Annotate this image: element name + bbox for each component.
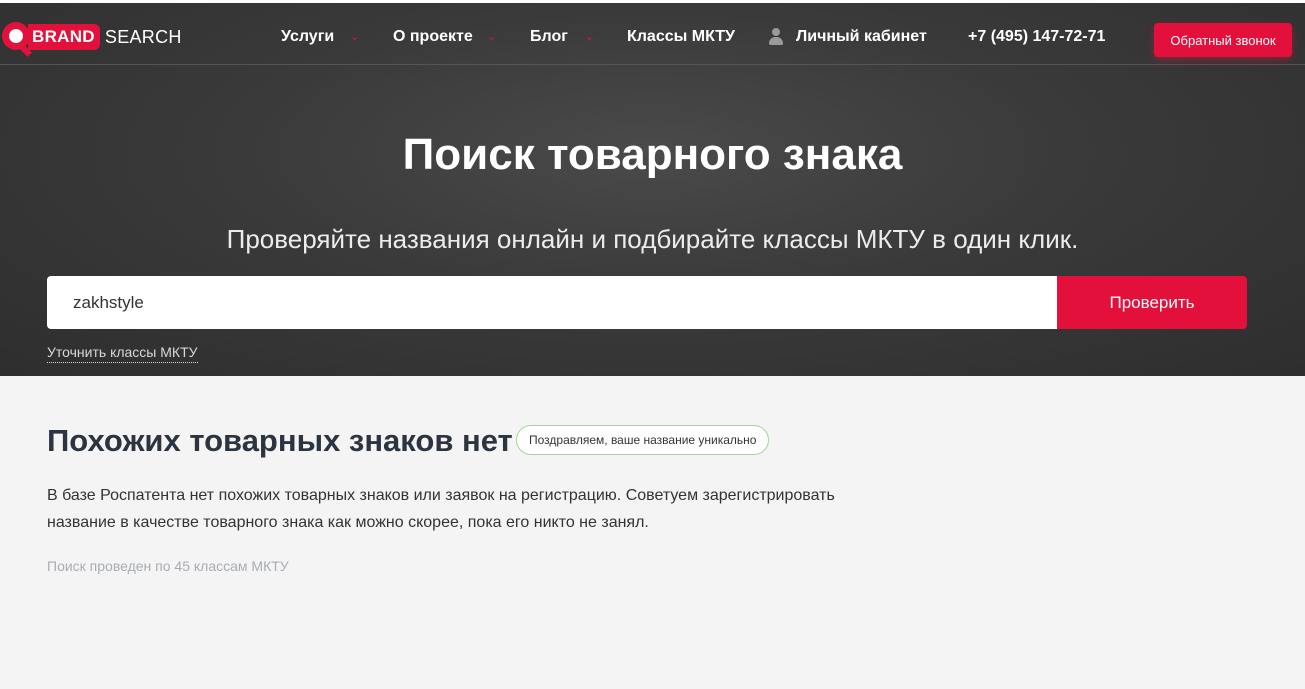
trademark-search-input[interactable]: [47, 276, 1059, 329]
chevron-down-icon[interactable]: ⌄: [350, 29, 359, 45]
status-badge: Поздравляем, ваше название уникально: [516, 425, 770, 455]
phone-link[interactable]: +7 (495) 147-72-71: [968, 26, 1105, 48]
nav-item-about[interactable]: О проекте: [393, 26, 473, 48]
nav-item-services[interactable]: Услуги: [281, 26, 334, 48]
nav-item-mktu-classes[interactable]: Классы МКТУ: [627, 26, 735, 48]
refine-classes-link[interactable]: Уточнить классы МКТУ: [47, 343, 198, 363]
result-description: В базе Роспатента нет похожих товарных з…: [47, 487, 835, 531]
chevron-down-icon[interactable]: ⌄: [585, 29, 594, 45]
page-subtitle: Проверяйте названия онлайн и подбирайте …: [226, 224, 1079, 254]
search-scope-note: Поиск проведен по 45 классам МКТУ: [47, 558, 289, 574]
user-icon[interactable]: [768, 28, 784, 46]
magnifier-logo-icon: [2, 22, 32, 57]
nav-item-blog[interactable]: Блог: [530, 26, 568, 48]
hero-section: BRAND SEARCH Услуги ⌄ О проекте ⌄ Блог ⌄…: [0, 0, 1305, 376]
callback-button[interactable]: Обратный звонок: [1154, 23, 1292, 57]
logo-brand-text: BRAND: [28, 24, 100, 50]
logo-search-text: SEARCH: [104, 26, 182, 47]
page-title: Поиск товарного знака: [402, 130, 903, 179]
check-button[interactable]: Проверить: [1057, 276, 1247, 329]
nav-item-account[interactable]: Личный кабинет: [796, 26, 927, 48]
site-logo[interactable]: BRAND SEARCH: [2, 20, 182, 57]
chevron-down-icon[interactable]: ⌄: [487, 29, 496, 45]
result-title: Похожих товарных знаков нет: [47, 423, 513, 458]
site-header: BRAND SEARCH Услуги ⌄ О проекте ⌄ Блог ⌄…: [0, 6, 1305, 65]
